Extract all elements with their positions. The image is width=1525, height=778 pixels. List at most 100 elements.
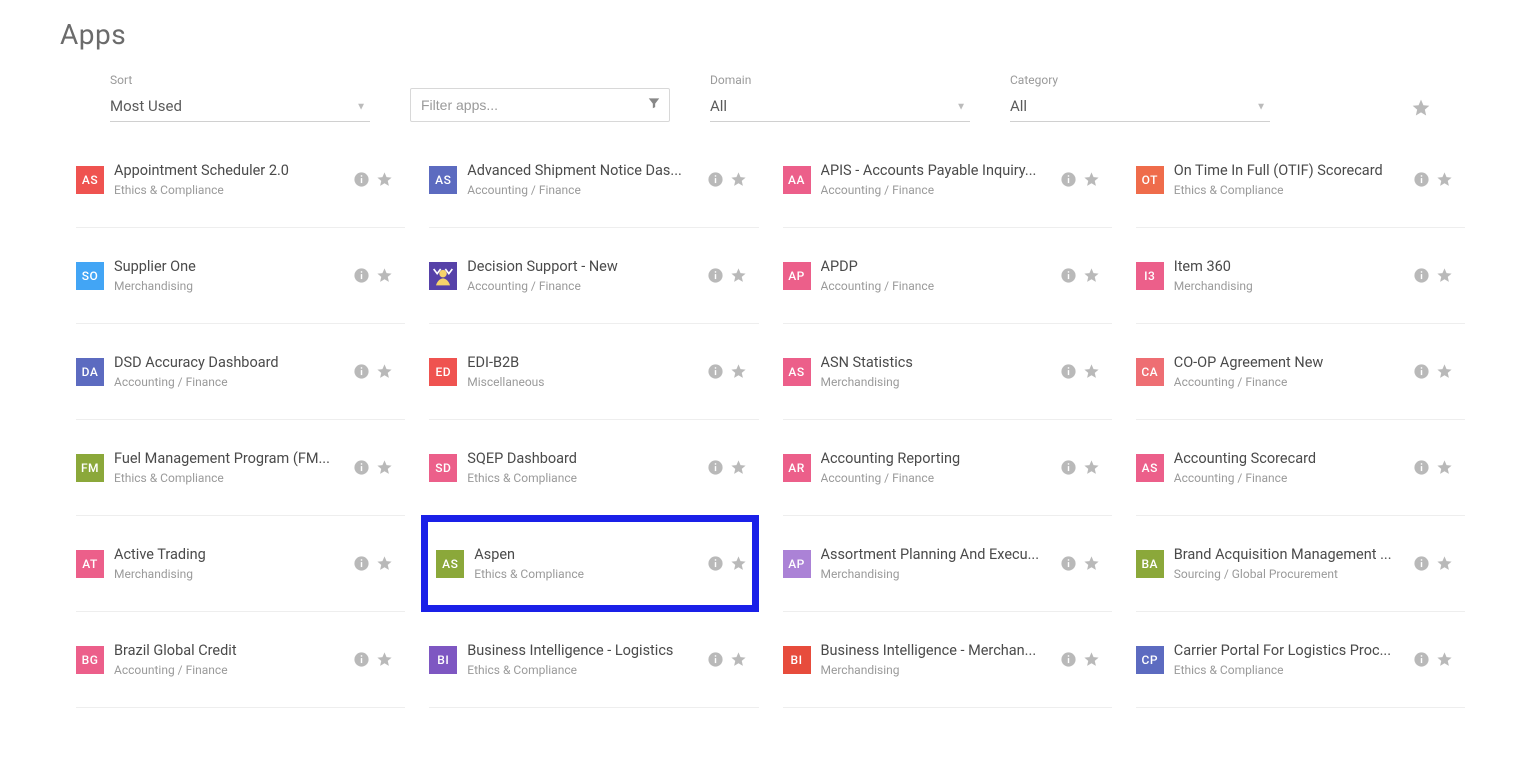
app-card[interactable]: ASAccounting ScorecardAccounting / Finan… <box>1136 420 1465 516</box>
info-icon[interactable] <box>707 363 724 380</box>
star-icon[interactable] <box>1083 171 1100 188</box>
app-text: Decision Support - NewAccounting / Finan… <box>467 258 698 293</box>
info-icon[interactable] <box>707 459 724 476</box>
app-card[interactable]: SDSQEP DashboardEthics & Compliance <box>429 420 758 516</box>
info-icon[interactable] <box>707 171 724 188</box>
info-icon[interactable] <box>353 459 370 476</box>
info-icon[interactable] <box>1060 555 1077 572</box>
star-icon[interactable] <box>1083 651 1100 668</box>
app-card[interactable]: DADSD Accuracy DashboardAccounting / Fin… <box>76 324 405 420</box>
app-text: APIS - Accounts Payable Inquiry...Accoun… <box>821 162 1052 197</box>
star-icon[interactable] <box>376 555 393 572</box>
app-abbrev-icon: AT <box>76 550 104 578</box>
app-abbrev-icon: AP <box>783 262 811 290</box>
star-icon[interactable] <box>376 459 393 476</box>
app-card[interactable]: CPCarrier Portal For Logistics Proc...Et… <box>1136 612 1465 708</box>
app-name: DSD Accuracy Dashboard <box>114 354 345 371</box>
app-category: Accounting / Finance <box>114 663 345 677</box>
app-card[interactable]: CACO-OP Agreement NewAccounting / Financ… <box>1136 324 1465 420</box>
info-icon[interactable] <box>353 267 370 284</box>
app-abbrev-icon: CP <box>1136 646 1164 674</box>
star-icon[interactable] <box>376 363 393 380</box>
app-card[interactable]: Decision Support - NewAccounting / Finan… <box>429 228 758 324</box>
app-name: Advanced Shipment Notice Das... <box>467 162 698 179</box>
star-icon[interactable] <box>1436 555 1453 572</box>
info-icon[interactable] <box>1413 171 1430 188</box>
info-icon[interactable] <box>1060 459 1077 476</box>
app-card[interactable]: FMFuel Management Program (FM...Ethics &… <box>76 420 405 516</box>
info-icon[interactable] <box>707 267 724 284</box>
domain-label: Domain <box>710 73 970 87</box>
star-icon[interactable] <box>376 171 393 188</box>
info-icon[interactable] <box>1413 267 1430 284</box>
app-card[interactable]: AAAPIS - Accounts Payable Inquiry...Acco… <box>783 132 1112 228</box>
app-card[interactable]: BIBusiness Intelligence - LogisticsEthic… <box>429 612 758 708</box>
sort-filter: Sort Most Used ▼ <box>110 73 370 122</box>
star-icon[interactable] <box>1436 363 1453 380</box>
star-icon[interactable] <box>1083 555 1100 572</box>
star-icon[interactable] <box>1436 651 1453 668</box>
star-icon[interactable] <box>1436 267 1453 284</box>
star-icon[interactable] <box>1436 171 1453 188</box>
app-actions <box>707 363 747 380</box>
app-actions <box>1060 555 1100 572</box>
app-card[interactable]: ATActive TradingMerchandising <box>76 516 405 612</box>
app-category: Sourcing / Global Procurement <box>1174 567 1405 581</box>
app-card[interactable]: ASASN StatisticsMerchandising <box>783 324 1112 420</box>
star-icon[interactable] <box>376 651 393 668</box>
app-name: Accounting Reporting <box>821 450 1052 467</box>
app-card[interactable]: BABrand Acquisition Management ...Sourci… <box>1136 516 1465 612</box>
info-icon[interactable] <box>353 363 370 380</box>
star-icon[interactable] <box>730 651 747 668</box>
app-card[interactable]: OTOn Time In Full (OTIF) ScorecardEthics… <box>1136 132 1465 228</box>
app-card[interactable]: SOSupplier OneMerchandising <box>76 228 405 324</box>
app-category: Accounting / Finance <box>467 183 698 197</box>
star-icon[interactable] <box>730 363 747 380</box>
category-select[interactable]: All ▼ <box>1010 93 1270 122</box>
favorites-toggle[interactable] <box>1407 94 1435 122</box>
app-card[interactable]: BGBrazil Global CreditAccounting / Finan… <box>76 612 405 708</box>
star-icon[interactable] <box>730 267 747 284</box>
app-card[interactable]: I3Item 360Merchandising <box>1136 228 1465 324</box>
info-icon[interactable] <box>353 651 370 668</box>
info-icon[interactable] <box>1060 651 1077 668</box>
sort-select[interactable]: Most Used ▼ <box>110 93 370 122</box>
app-text: CO-OP Agreement NewAccounting / Finance <box>1174 354 1405 389</box>
info-icon[interactable] <box>1060 171 1077 188</box>
app-card[interactable]: BIBusiness Intelligence - Merchan...Merc… <box>783 612 1112 708</box>
filter-icon[interactable] <box>639 96 669 114</box>
star-icon[interactable] <box>730 171 747 188</box>
app-card[interactable]: ARAccounting ReportingAccounting / Finan… <box>783 420 1112 516</box>
info-icon[interactable] <box>353 171 370 188</box>
app-card[interactable]: AS Advanced Shipment Notice Das... Account… <box>429 132 758 228</box>
app-category: Ethics & Compliance <box>114 471 345 485</box>
app-name: Aspen <box>474 546 698 563</box>
app-card[interactable]: ASAppointment Scheduler 2.0Ethics & Comp… <box>76 132 405 228</box>
filters-row: Sort Most Used ▼ Domain All ▼ Category A… <box>60 73 1465 122</box>
app-card[interactable]: APAPDPAccounting / Finance <box>783 228 1112 324</box>
app-abbrev-icon: BA <box>1136 550 1164 578</box>
star-icon[interactable] <box>730 459 747 476</box>
app-card[interactable]: ASAspenEthics & Compliance <box>421 515 758 612</box>
app-category: Miscellaneous <box>467 375 698 389</box>
star-icon[interactable] <box>1083 267 1100 284</box>
info-icon[interactable] <box>1413 651 1430 668</box>
info-icon[interactable] <box>1413 459 1430 476</box>
star-icon[interactable] <box>1083 459 1100 476</box>
info-icon[interactable] <box>1413 555 1430 572</box>
filter-apps-input[interactable] <box>411 91 639 119</box>
app-card[interactable]: APAssortment Planning And Execu...Mercha… <box>783 516 1112 612</box>
info-icon[interactable] <box>1413 363 1430 380</box>
app-abbrev-icon: AS <box>429 166 457 194</box>
info-icon[interactable] <box>1060 267 1077 284</box>
star-icon[interactable] <box>1083 363 1100 380</box>
info-icon[interactable] <box>707 651 724 668</box>
domain-select[interactable]: All ▼ <box>710 93 970 122</box>
info-icon[interactable] <box>353 555 370 572</box>
star-icon[interactable] <box>1436 459 1453 476</box>
star-icon[interactable] <box>376 267 393 284</box>
info-icon[interactable] <box>1060 363 1077 380</box>
app-card[interactable]: EDEDI-B2BMiscellaneous <box>429 324 758 420</box>
star-icon[interactable] <box>730 555 747 572</box>
info-icon[interactable] <box>707 555 724 572</box>
